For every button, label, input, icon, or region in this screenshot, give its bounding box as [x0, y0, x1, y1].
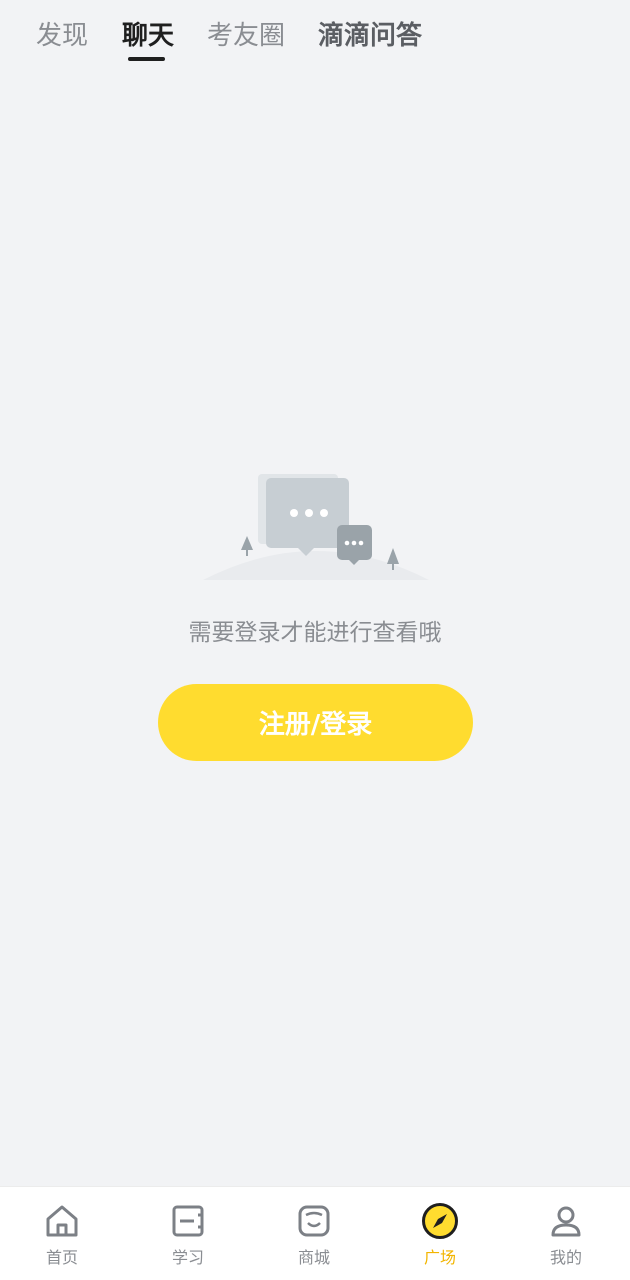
nav-item-mine[interactable]: 我的 — [526, 1195, 606, 1275]
nav-label-study: 学习 — [171, 1248, 204, 1267]
nav-item-study[interactable]: 学习 — [148, 1195, 228, 1275]
store-icon — [298, 1205, 330, 1237]
tab-discover[interactable]: 发现 — [36, 18, 88, 54]
compass-icon — [422, 1203, 458, 1239]
nav-item-square[interactable]: 广场 — [400, 1195, 480, 1275]
register-login-button[interactable]: 注册/登录 — [158, 684, 473, 761]
empty-chat-illustration — [198, 462, 434, 587]
nav-label-store: 商城 — [297, 1248, 330, 1267]
nav-label-square: 广场 — [423, 1248, 456, 1267]
nav-item-store[interactable]: 商城 — [274, 1195, 354, 1275]
login-required-message: 需要登录才能进行查看哦 — [188, 620, 442, 646]
top-tab-bar: 发现 聊天 考友圈 滴滴问答 — [0, 0, 630, 80]
tab-chat[interactable]: 聊天 — [122, 18, 174, 54]
tab-qa[interactable]: 滴滴问答 — [318, 18, 422, 54]
screen: 发现 聊天 考友圈 滴滴问答 需要登录才能进行查看哦 注册/登录 首页 学习 商… — [0, 0, 630, 1280]
tab-friends-circle[interactable]: 考友圈 — [207, 18, 285, 54]
nav-label-mine: 我的 — [549, 1248, 582, 1267]
nav-label-home: 首页 — [45, 1248, 78, 1267]
study-icon — [172, 1205, 204, 1237]
user-icon — [551, 1206, 581, 1237]
active-tab-indicator — [128, 57, 165, 61]
bottom-navigation: 首页 学习 商城 广场 我的 — [0, 1186, 630, 1280]
home-icon — [46, 1205, 78, 1237]
nav-item-home[interactable]: 首页 — [22, 1195, 102, 1275]
